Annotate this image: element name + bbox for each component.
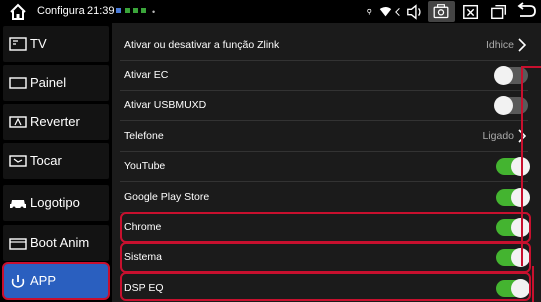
status-title: Configura bbox=[37, 5, 85, 17]
screenshot-icon bbox=[433, 4, 449, 19]
setting-row-sistema[interactable]: Sistema bbox=[120, 243, 530, 273]
setting-row-youtube[interactable]: YouTube bbox=[120, 152, 530, 182]
setting-value: Ligado bbox=[482, 130, 514, 142]
sidebar: TV Painel Reverter Tocar Logotipo Boot A… bbox=[0, 23, 112, 302]
sidebar-item-label: APP bbox=[30, 273, 57, 288]
setting-row-dsp-eq[interactable]: DSP EQ bbox=[120, 274, 530, 302]
sidebar-item-label: TV bbox=[30, 36, 47, 51]
return-icon[interactable] bbox=[516, 2, 536, 22]
notification-dot-1 bbox=[116, 8, 121, 13]
setting-label: Ativar EC bbox=[124, 69, 169, 81]
toggle-knob bbox=[494, 96, 513, 115]
recent-apps-icon[interactable] bbox=[490, 2, 508, 22]
location-icon bbox=[367, 8, 372, 15]
setting-label: Telefone bbox=[124, 130, 164, 142]
car-logo-icon bbox=[10, 200, 26, 210]
setting-value: Idhice bbox=[485, 39, 514, 51]
toggle-knob bbox=[511, 279, 530, 298]
settings-screen: Configura 21:39 • TV Painel Reverter Toc… bbox=[0, 0, 541, 302]
setting-row-chrome[interactable]: Chrome bbox=[120, 213, 530, 243]
sidebar-item-painel[interactable]: Painel bbox=[3, 65, 109, 101]
toggle-switch[interactable] bbox=[496, 248, 530, 267]
chevron-right-icon bbox=[518, 129, 526, 143]
toggle-knob bbox=[511, 218, 530, 237]
toggle-knob bbox=[511, 248, 530, 267]
chevron-right-icon bbox=[518, 38, 526, 52]
sidebar-item-app[interactable]: APP bbox=[2, 262, 110, 300]
setting-label: Ativar USBMUXD bbox=[124, 99, 207, 111]
sidebar-item-boot-anim[interactable]: Boot Anim bbox=[3, 225, 109, 261]
toggle-switch[interactable] bbox=[494, 96, 528, 115]
notification-dot-2 bbox=[125, 8, 130, 13]
home-icon[interactable] bbox=[9, 3, 27, 21]
close-window-icon[interactable] bbox=[462, 2, 480, 22]
setting-label: DSP EQ bbox=[124, 282, 164, 294]
setting-row-ativar-ec[interactable]: Ativar EC bbox=[120, 61, 528, 91]
toggle-knob bbox=[494, 66, 513, 85]
more-notifications-icon: • bbox=[152, 7, 156, 17]
notification-dot-4 bbox=[141, 8, 146, 13]
boot-anim-icon bbox=[9, 238, 27, 250]
app-icon bbox=[11, 275, 25, 288]
status-time: 21:39 bbox=[87, 5, 115, 17]
setting-label: YouTube bbox=[124, 160, 166, 172]
setting-label: Sistema bbox=[124, 251, 162, 263]
sidebar-item-label: Logotipo bbox=[30, 195, 80, 210]
panel-icon bbox=[9, 77, 27, 89]
setting-row-google-play-store[interactable]: Google Play Store bbox=[120, 183, 530, 213]
toggle-switch[interactable] bbox=[496, 157, 530, 176]
volume-icon[interactable] bbox=[406, 2, 424, 22]
setting-row-usbmuxd[interactable]: Ativar USBMUXD bbox=[120, 91, 528, 121]
touch-icon bbox=[9, 155, 27, 167]
sidebar-item-label: Painel bbox=[30, 75, 67, 90]
sidebar-item-label: Reverter bbox=[30, 114, 80, 129]
divider bbox=[120, 120, 528, 121]
toggle-switch[interactable] bbox=[496, 279, 530, 298]
toggle-switch[interactable] bbox=[496, 218, 530, 237]
tv-icon bbox=[9, 37, 27, 51]
sidebar-item-tocar[interactable]: Tocar bbox=[3, 143, 109, 179]
back-arrows-icon[interactable] bbox=[394, 2, 406, 22]
sidebar-item-label: Boot Anim bbox=[30, 235, 90, 250]
status-bar: Configura 21:39 • bbox=[0, 0, 541, 23]
setting-label: Chrome bbox=[124, 221, 162, 233]
sidebar-item-reverter[interactable]: Reverter bbox=[3, 104, 109, 140]
callout-line bbox=[532, 266, 534, 302]
toggle-switch[interactable] bbox=[494, 66, 528, 85]
sidebar-item-label: Tocar bbox=[30, 153, 62, 168]
reverse-camera-icon bbox=[9, 116, 27, 128]
divider bbox=[120, 181, 528, 182]
setting-label: Google Play Store bbox=[124, 191, 210, 203]
notification-dot-3 bbox=[133, 8, 138, 13]
toggle-switch[interactable] bbox=[496, 188, 530, 207]
setting-row-telefone[interactable]: Telefone Ligado bbox=[120, 122, 528, 152]
toggle-knob bbox=[511, 188, 530, 207]
sidebar-item-logotipo[interactable]: Logotipo bbox=[3, 185, 109, 221]
wifi-icon bbox=[379, 7, 392, 17]
setting-row-zlink[interactable]: Ativar ou desativar a função Zlink Idhic… bbox=[120, 31, 528, 61]
toggle-knob bbox=[511, 157, 530, 176]
screenshot-button[interactable] bbox=[428, 1, 455, 22]
setting-label: Ativar ou desativar a função Zlink bbox=[124, 39, 280, 51]
sidebar-item-tv[interactable]: TV bbox=[3, 26, 109, 62]
settings-list: Ativar ou desativar a função Zlink Idhic… bbox=[112, 23, 541, 302]
